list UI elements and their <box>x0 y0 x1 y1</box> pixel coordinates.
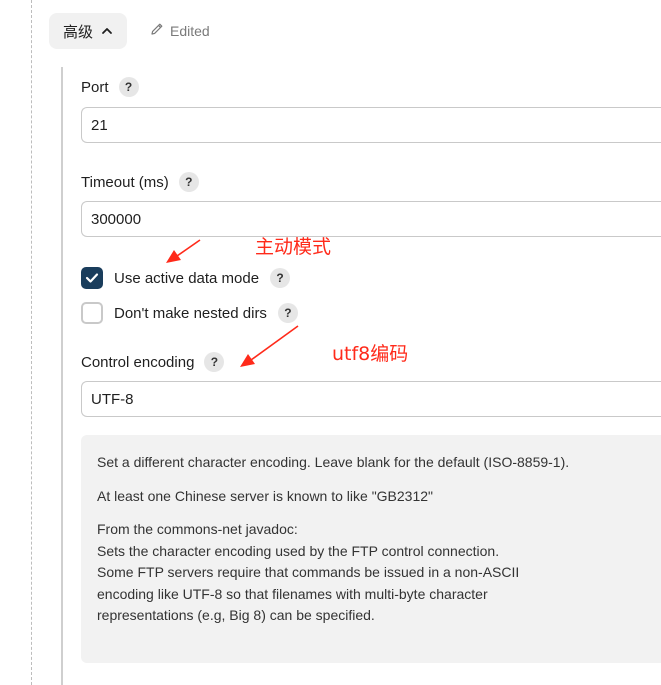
nested-dirs-help-icon[interactable]: ? <box>277 303 298 323</box>
edited-label: Edited <box>170 22 210 39</box>
nesting-guide-line <box>31 0 32 685</box>
nested-dirs-checkbox[interactable] <box>81 302 103 324</box>
port-field-label: Port ? <box>81 77 139 97</box>
red-arrow-icon <box>166 239 201 263</box>
help-line: encoding like UTF-8 so that filenames wi… <box>97 585 488 602</box>
nested-dirs-label[interactable]: Don't make nested dirs <box>114 305 267 322</box>
advanced-toggle-label: 高级 <box>62 23 93 41</box>
help-line: Sets the character encoding used by the … <box>97 542 500 559</box>
encoding-help-panel: Set a different character encoding. Leav… <box>81 435 661 663</box>
nested-dirs-row: Don't make nested dirs ? <box>81 302 298 324</box>
help-paragraph-javadoc: From the commons-net javadoc: Sets the c… <box>97 519 661 627</box>
port-input[interactable] <box>81 107 661 143</box>
encoding-label-text: Control encoding <box>81 353 195 371</box>
active-data-mode-checkbox[interactable] <box>81 267 103 289</box>
help-line: representations (e.g, Big 8) can be spec… <box>97 607 375 623</box>
annotation-utf8: utf8编码 <box>332 343 409 365</box>
timeout-help-icon[interactable]: ? <box>178 172 199 192</box>
section-border <box>61 67 63 685</box>
help-paragraph-default: Set a different character encoding. Leav… <box>97 454 570 470</box>
active-data-mode-help-icon[interactable]: ? <box>270 268 291 288</box>
help-line: Some FTP servers require that commands b… <box>97 564 520 580</box>
help-paragraph-gb2312: At least one Chinese server is known to … <box>97 487 433 504</box>
encoding-field-label: Control encoding ? <box>81 352 225 372</box>
pencil-icon <box>150 22 164 39</box>
timeout-field-label: Timeout (ms) ? <box>81 172 199 192</box>
active-data-mode-row: Use active data mode ? <box>81 267 291 289</box>
port-label-text: Port <box>81 78 109 96</box>
annotation-active-mode: 主动模式 <box>255 236 332 258</box>
active-data-mode-label[interactable]: Use active data mode <box>114 270 259 287</box>
encoding-input[interactable] <box>81 381 661 417</box>
chevron-up-icon <box>101 25 113 37</box>
advanced-toggle-button[interactable]: 高级 <box>49 13 127 49</box>
jenkins-ftp-advanced-panel: 高级 Edited Port ? Timeout (ms) ? <box>0 0 661 685</box>
port-help-icon[interactable]: ? <box>118 77 139 97</box>
edited-indicator: Edited <box>150 22 210 39</box>
timeout-input[interactable] <box>81 201 661 237</box>
red-arrow-icon <box>240 325 299 367</box>
timeout-label-text: Timeout (ms) <box>81 173 169 191</box>
encoding-help-icon[interactable]: ? <box>204 352 225 372</box>
help-line: From the commons-net javadoc: <box>97 521 298 537</box>
checkmark-icon <box>85 273 99 283</box>
